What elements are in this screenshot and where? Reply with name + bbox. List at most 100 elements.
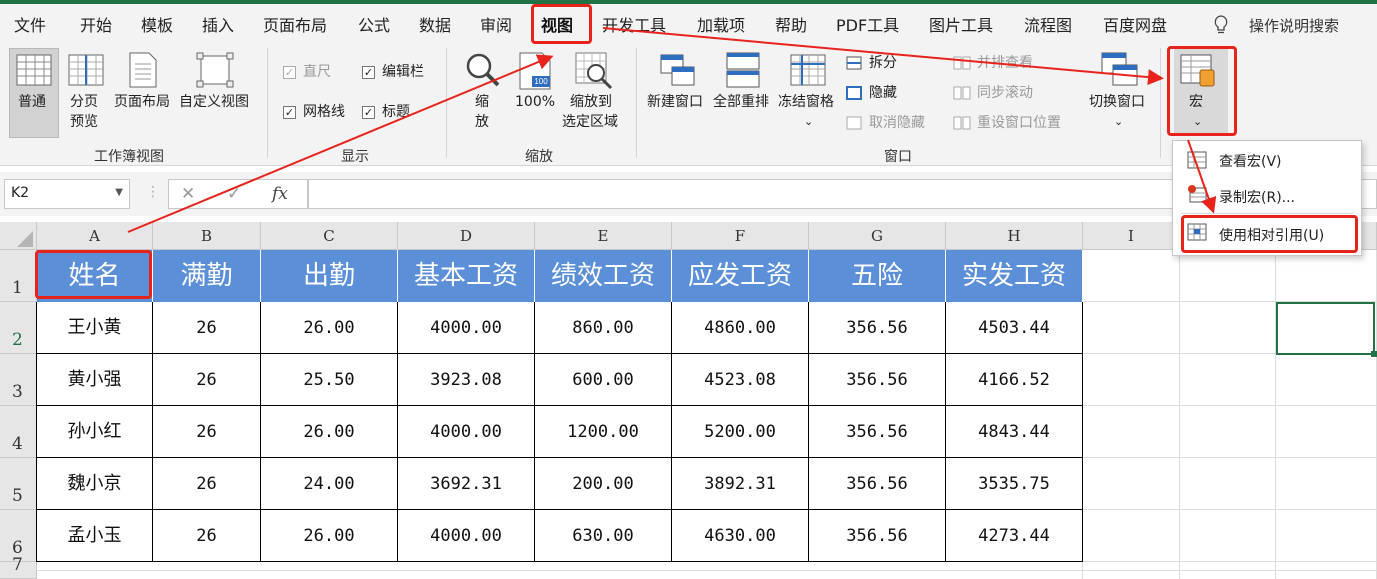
table-cell[interactable]: 26 [153, 406, 261, 458]
menu-review[interactable]: 审阅 [480, 12, 512, 36]
menu-page-layout[interactable]: 页面布局 [263, 12, 327, 36]
row-header-3[interactable]: 3 [0, 354, 37, 406]
table-cell[interactable]: 24.00 [261, 458, 398, 510]
table-cell[interactable]: 孙小红 [37, 406, 153, 458]
table-cell[interactable]: 26.00 [261, 302, 398, 354]
table-cell[interactable]: 25.50 [261, 354, 398, 406]
headings-checkbox[interactable]: ✓ [362, 106, 375, 119]
table-cell[interactable]: 4523.08 [672, 354, 809, 406]
table-cell[interactable]: 3923.08 [398, 354, 535, 406]
header-cell[interactable]: 出勤 [261, 250, 398, 302]
unhide-window-icon[interactable] [846, 116, 862, 130]
table-cell[interactable]: 5200.00 [672, 406, 809, 458]
freeze-panes-chevron[interactable]: ⌄ [804, 112, 813, 132]
table-cell[interactable]: 3692.31 [398, 458, 535, 510]
table-cell[interactable]: 4000.00 [398, 302, 535, 354]
worksheet-grid[interactable]: A B C D E F G H I 1 2 3 4 5 6 7 姓名 满勤 出勤 基本工资 绩效工资 应发工资 五险 实发工资… [0, 222, 1377, 579]
row-header-7[interactable]: 7 [0, 555, 37, 579]
table-cell[interactable]: 4000.00 [398, 510, 535, 562]
table-cell[interactable]: 王小黄 [37, 302, 153, 354]
table-cell[interactable]: 1200.00 [535, 406, 672, 458]
menu-view[interactable]: 视图 [541, 12, 573, 36]
enter-formula-icon[interactable]: ✓ [227, 184, 241, 204]
tell-me-search[interactable]: 操作说明搜索 [1249, 15, 1339, 36]
column-header-h[interactable]: H [946, 222, 1083, 250]
table-cell[interactable]: 魏小京 [37, 458, 153, 510]
column-header-c[interactable]: C [261, 222, 398, 250]
row-header-4[interactable]: 4 [0, 406, 37, 458]
header-cell[interactable]: 应发工资 [672, 250, 809, 302]
table-cell[interactable]: 356.56 [809, 458, 946, 510]
arrange-all-icon[interactable] [726, 52, 760, 88]
zoom-magnifier-icon[interactable] [465, 52, 501, 88]
zoom-100-icon[interactable]: 100 [518, 52, 552, 90]
menu-pdf-tools[interactable]: PDF工具 [836, 12, 899, 36]
zoom-to-selection-icon[interactable] [575, 52, 613, 90]
header-cell[interactable]: 五险 [809, 250, 946, 302]
column-header-b[interactable]: B [153, 222, 261, 250]
menu-templates[interactable]: 模板 [141, 12, 173, 36]
row-header-5[interactable]: 5 [0, 458, 37, 510]
table-cell[interactable]: 26 [153, 458, 261, 510]
page-layout-icon[interactable] [128, 52, 158, 88]
fill-handle[interactable] [1371, 351, 1377, 357]
split-icon[interactable] [846, 56, 862, 70]
table-cell[interactable]: 26.00 [261, 510, 398, 562]
column-header-f[interactable]: F [672, 222, 809, 250]
table-cell[interactable]: 4630.00 [672, 510, 809, 562]
table-cell[interactable]: 26 [153, 510, 261, 562]
table-cell[interactable]: 26 [153, 302, 261, 354]
table-cell[interactable]: 4166.52 [946, 354, 1083, 406]
menu-developer[interactable]: 开发工具 [602, 12, 666, 36]
column-header-d[interactable]: D [398, 222, 535, 250]
menu-picture-tools[interactable]: 图片工具 [929, 12, 993, 36]
menu-help[interactable]: 帮助 [775, 12, 807, 36]
lightbulb-icon[interactable] [1214, 15, 1228, 35]
table-cell[interactable]: 630.00 [535, 510, 672, 562]
table-cell[interactable]: 4503.44 [946, 302, 1083, 354]
menu-home[interactable]: 开始 [80, 12, 112, 36]
formula-bar-grip[interactable]: ⋮ [146, 184, 160, 200]
table-cell[interactable]: 356.56 [809, 406, 946, 458]
column-header-i[interactable]: I [1083, 222, 1180, 250]
row-header-2[interactable]: 2 [0, 302, 37, 354]
active-cell-k2[interactable] [1276, 302, 1375, 355]
macros-chevron-down-icon[interactable]: ⌄ [1193, 112, 1202, 132]
table-cell[interactable]: 3892.31 [672, 458, 809, 510]
table-cell[interactable]: 4843.44 [946, 406, 1083, 458]
column-header-g[interactable]: G [809, 222, 946, 250]
header-cell[interactable]: 姓名 [37, 250, 153, 302]
table-cell[interactable]: 3535.75 [946, 458, 1083, 510]
menu-insert[interactable]: 插入 [202, 12, 234, 36]
table-cell[interactable]: 26 [153, 354, 261, 406]
menu-addins[interactable]: 加载项 [697, 12, 745, 36]
reset-position-icon[interactable] [953, 116, 971, 130]
ruler-checkbox[interactable]: ✓ [283, 66, 296, 79]
column-header-e[interactable]: E [535, 222, 672, 250]
table-cell[interactable]: 黄小强 [37, 354, 153, 406]
table-cell[interactable]: 356.56 [809, 510, 946, 562]
name-box-dropdown-icon[interactable]: ▼ [115, 187, 123, 198]
new-window-icon[interactable] [660, 52, 696, 88]
table-cell[interactable]: 4860.00 [672, 302, 809, 354]
column-header-a[interactable]: A [37, 222, 153, 250]
menu-formulas[interactable]: 公式 [358, 12, 390, 36]
header-cell[interactable]: 满勤 [153, 250, 261, 302]
custom-view-icon[interactable] [196, 52, 234, 88]
formula-bar-checkbox[interactable]: ✓ [362, 66, 375, 79]
sync-scroll-icon[interactable] [953, 86, 971, 100]
side-by-side-icon[interactable] [953, 56, 971, 70]
menu-file[interactable]: 文件 [14, 12, 46, 36]
table-cell[interactable]: 600.00 [535, 354, 672, 406]
relative-references-item[interactable]: 使用相对引用(U) [1219, 225, 1324, 245]
header-cell[interactable]: 绩效工资 [535, 250, 672, 302]
switch-windows-icon[interactable] [1101, 52, 1139, 88]
hide-window-icon[interactable] [846, 86, 862, 100]
record-macro-item[interactable]: 录制宏(R)... [1219, 187, 1295, 207]
menu-data[interactable]: 数据 [419, 12, 451, 36]
gridlines-checkbox[interactable]: ✓ [283, 106, 296, 119]
insert-function-icon[interactable]: fx [272, 184, 288, 204]
name-box[interactable]: K2 ▼ [4, 179, 130, 209]
table-cell[interactable]: 356.56 [809, 354, 946, 406]
freeze-panes-icon[interactable] [790, 54, 826, 86]
